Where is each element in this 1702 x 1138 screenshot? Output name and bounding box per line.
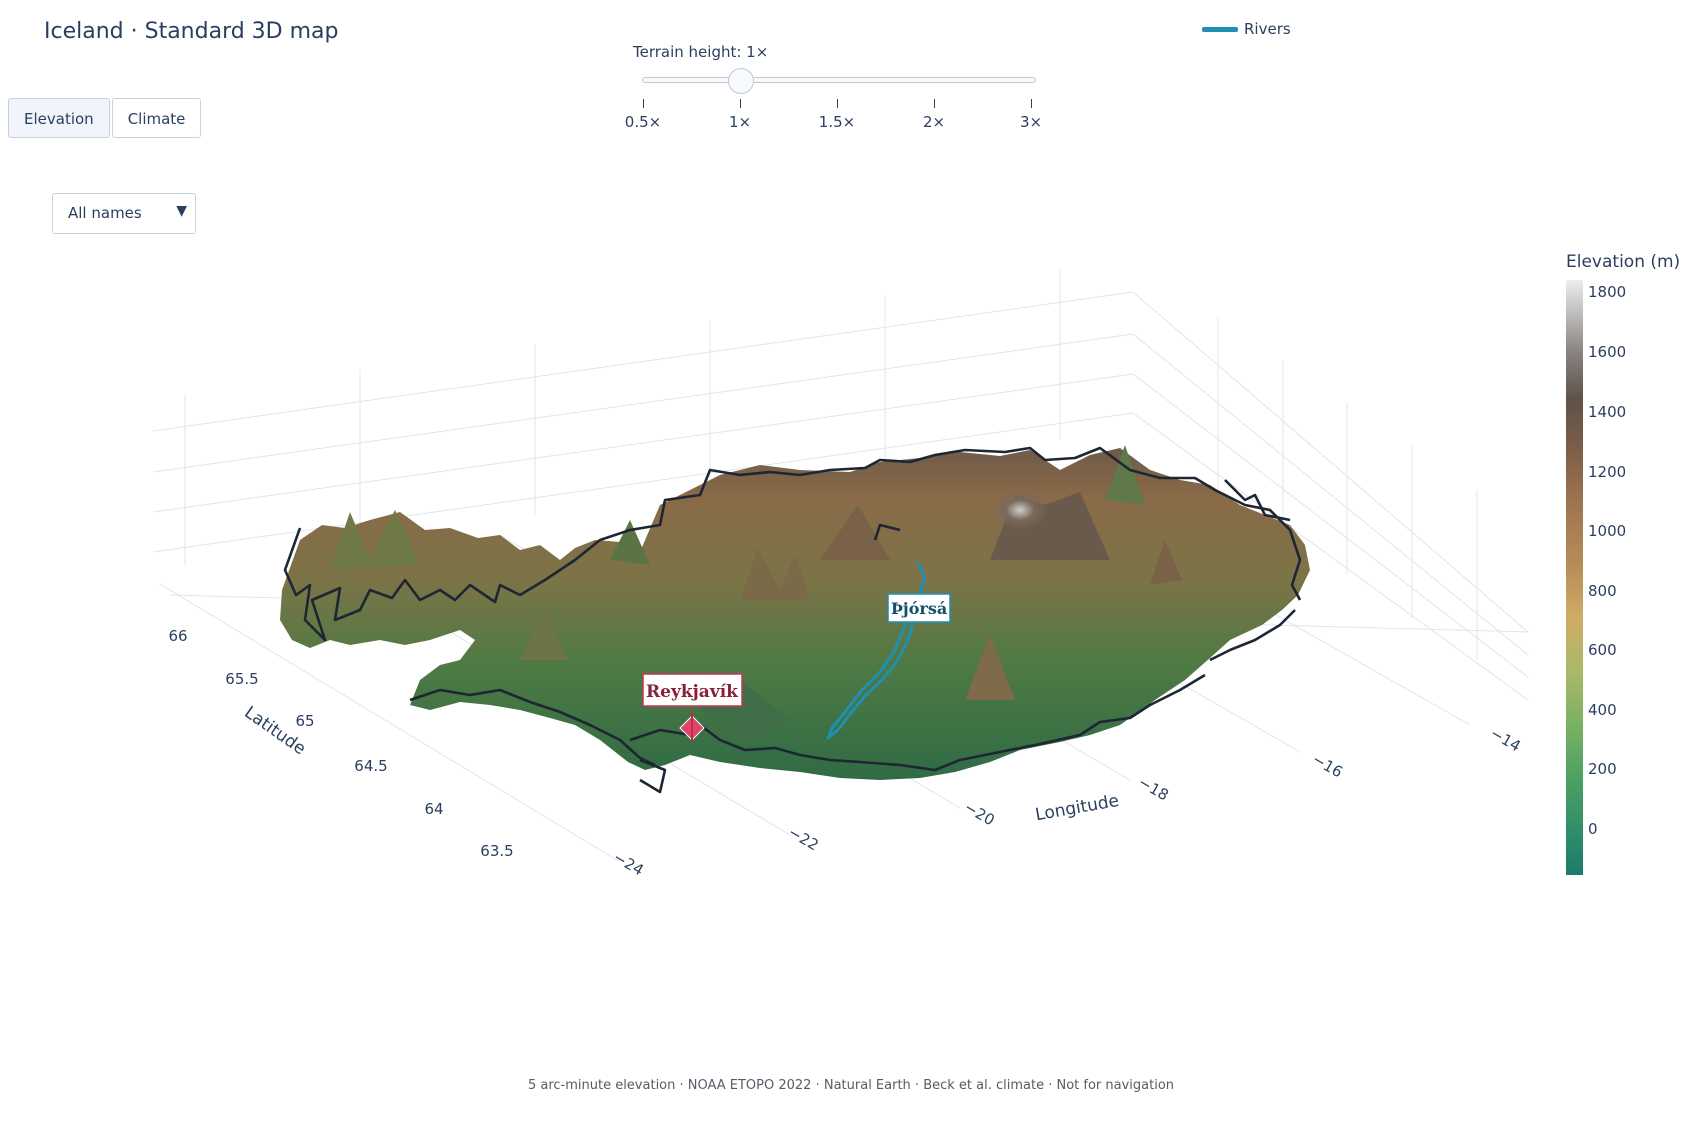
colorbar-tick: 1200 [1588, 463, 1627, 481]
iceland-terrain-surface [280, 445, 1310, 780]
thjorsa-annotation[interactable]: Þjórsá [887, 593, 951, 623]
colorbar-tick: 1600 [1588, 343, 1627, 361]
colorbar-tick: 600 [1588, 641, 1617, 659]
longitude-tick-label: −18 [1135, 773, 1171, 804]
longitude-tick-label: −16 [1309, 750, 1345, 781]
attribution-footer: 5 arc-minute elevation · NOAA ETOPO 2022… [527, 1078, 1175, 1093]
longitude-tick-label: −14 [1487, 724, 1523, 755]
colorbar-tick: 200 [1588, 760, 1617, 778]
longitude-tick-label: −20 [961, 798, 997, 829]
latitude-tick-label: 64.5 [354, 757, 387, 775]
colorbar-tick: 1000 [1588, 522, 1627, 540]
longitude-tick-label: −22 [785, 823, 821, 854]
longitude-tick-label: −24 [610, 848, 646, 879]
thjorsa-label: Þjórsá [891, 599, 947, 618]
colorbar-tick: 800 [1588, 582, 1617, 600]
latitude-tick-label: 64 [424, 800, 443, 818]
terrain-3d-scene[interactable]: Reykjavík Þjórsá 66 65.5 65 64.5 64 63.5… [0, 0, 1702, 1138]
colorbar-tick: 1400 [1588, 403, 1627, 421]
reykjavik-annotation[interactable]: Reykjavík [642, 673, 743, 707]
reykjavik-label: Reykjavík [646, 682, 739, 702]
latitude-tick-label: 63.5 [480, 842, 513, 860]
colorbar-title: Elevation (m) [1566, 252, 1681, 272]
latitude-tick-label: 65 [295, 712, 314, 730]
latitude-tick-label: 65.5 [225, 670, 258, 688]
longitude-axis-title: Longitude [1034, 791, 1121, 825]
colorbar-tick: 0 [1588, 820, 1598, 838]
latitude-tick-label: 66 [168, 627, 187, 645]
colorbar-tick: 1800 [1588, 283, 1627, 301]
colorbar-tick: 400 [1588, 701, 1617, 719]
elevation-colorbar [1566, 280, 1583, 875]
